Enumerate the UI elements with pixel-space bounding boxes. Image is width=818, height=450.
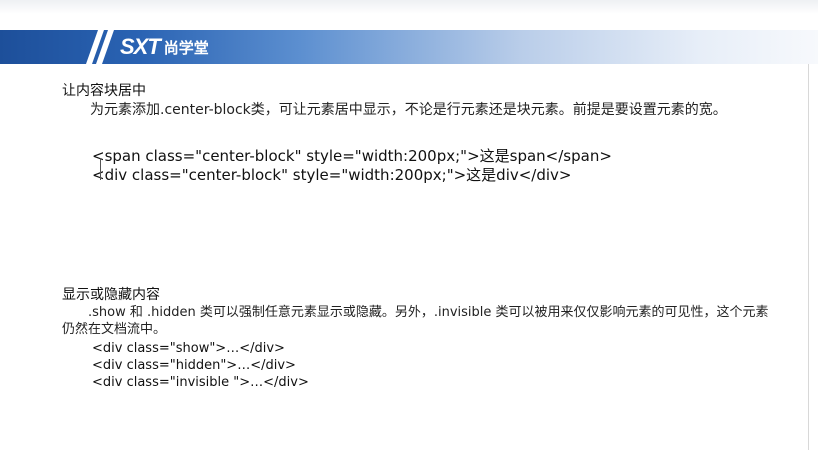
section-title-show-hide: 显示或隐藏内容 bbox=[62, 287, 160, 303]
code-line-invisible: <div class="invisible ">…</div> bbox=[92, 375, 309, 390]
slide-content: 让内容块居中 为元素添加.center-block类，可让元素居中显示，不论是行… bbox=[0, 0, 818, 450]
code-line-span: <span class="center-block" style="width:… bbox=[92, 147, 612, 165]
code-line-div: <div class="center-block" style="width:2… bbox=[92, 166, 572, 184]
code-line-show: <div class="show">…</div> bbox=[92, 341, 285, 356]
text-cursor bbox=[100, 158, 101, 180]
section-desc-show-hide: .show 和 .hidden 类可以强制任意元素显示或隐藏。另外，.invis… bbox=[62, 305, 769, 337]
section-title-center-block: 让内容块居中 bbox=[62, 83, 146, 99]
section-desc-center-block: 为元素添加.center-block类，可让元素居中显示，不论是行元素还是块元素… bbox=[90, 102, 727, 118]
code-line-hidden: <div class="hidden">…</div> bbox=[92, 358, 296, 373]
